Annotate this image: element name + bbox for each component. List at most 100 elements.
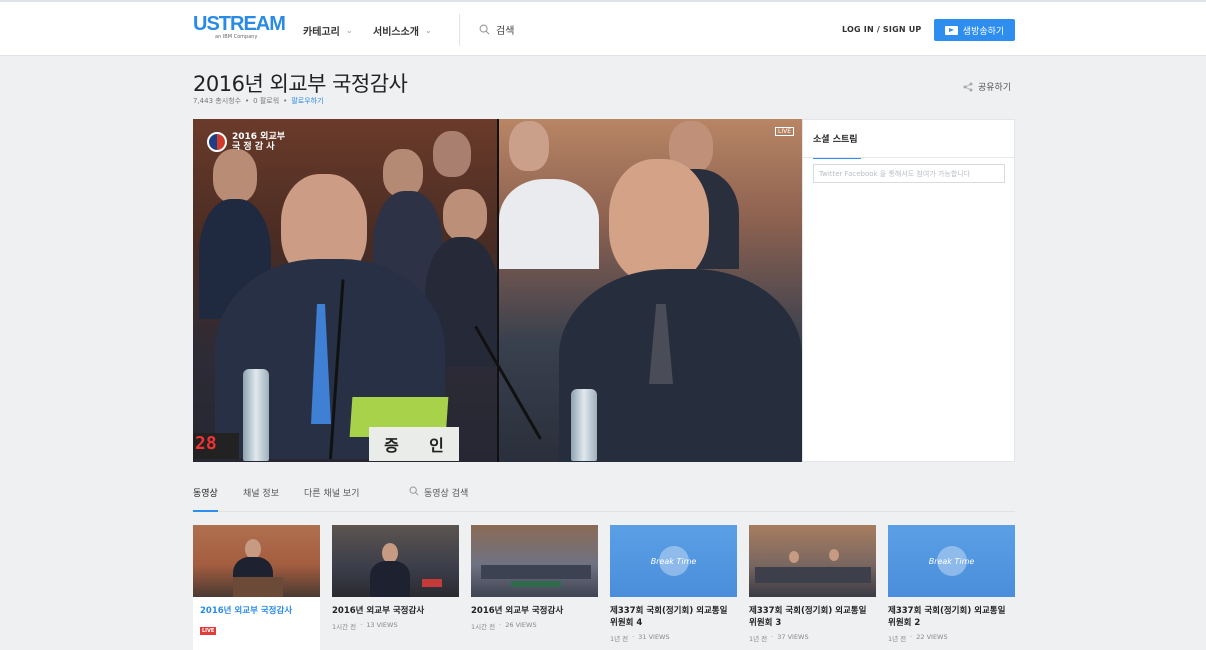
break-text: Break Time bbox=[928, 556, 975, 566]
follow-link[interactable]: 팔로우하기 bbox=[291, 96, 323, 106]
video-views: 26 VIEWS bbox=[505, 621, 537, 629]
separator-dot: · bbox=[632, 633, 635, 641]
share-icon bbox=[963, 82, 973, 91]
badge-line-2: 국 정 감 사 bbox=[232, 142, 275, 152]
video-views: 13 VIEWS bbox=[366, 621, 398, 629]
video-title: 2016년 외교부 국정감사 bbox=[200, 606, 293, 616]
taegeuk-icon bbox=[207, 132, 227, 152]
nameplate: 증 인 bbox=[369, 427, 459, 461]
time-counter: 28 bbox=[193, 433, 239, 459]
nameplate-char: 인 bbox=[429, 436, 444, 455]
thumb-figure bbox=[245, 539, 261, 559]
counter-display bbox=[422, 579, 442, 587]
badge-line-1: 2016 외교부 bbox=[232, 132, 286, 142]
speaker-head bbox=[609, 159, 709, 283]
nav-service-label: 서비스소개 bbox=[373, 27, 419, 38]
video-card[interactable]: 제337회 국회(정기회) 외교통일위원회 3 1년 전 · 37 VIEWS bbox=[749, 525, 876, 650]
social-comment-input[interactable]: Twitter Facebook 을 통해서도 참여가 가능합니다 bbox=[813, 164, 1005, 183]
logo-text: USTREAM bbox=[193, 13, 286, 35]
video-card[interactable]: 2016년 외교부 국정감사 1시간 전 · 26 VIEWS bbox=[471, 525, 598, 650]
video-left-feed: 증 인 28 2016 외교부 국 정 감 사 bbox=[193, 119, 499, 462]
video-title: 제337회 국회(정기회) 외교통일위원회 2 bbox=[888, 606, 1006, 628]
separator-dot: · bbox=[910, 633, 913, 641]
tab-channel-info[interactable]: 채널 정보 bbox=[243, 486, 279, 512]
channel-title: 2016년 외교부 국정감사 bbox=[193, 72, 408, 96]
podium bbox=[233, 577, 283, 597]
go-live-button[interactable]: 생방송하기 bbox=[934, 19, 1015, 41]
video-right-feed: LIVE bbox=[474, 119, 802, 462]
broadcast-icon bbox=[944, 25, 958, 35]
nav-category[interactable]: 카테고리 ⌄ bbox=[303, 23, 353, 38]
thumb-figure bbox=[829, 549, 839, 561]
audience-body bbox=[499, 179, 599, 269]
separator-dot: • bbox=[245, 97, 250, 105]
thumb-figure bbox=[382, 543, 398, 563]
break-text: Break Time bbox=[650, 556, 697, 566]
share-button[interactable]: 공유하기 bbox=[963, 80, 1011, 93]
go-live-label: 생방송하기 bbox=[962, 26, 1005, 37]
header-search[interactable]: 검색 bbox=[479, 22, 514, 37]
tab-other-channels[interactable]: 다른 채널 보기 bbox=[304, 486, 359, 512]
video-thumbnail bbox=[749, 525, 876, 597]
tab-videos[interactable]: 동영상 bbox=[193, 486, 218, 512]
video-card[interactable]: 2016년 외교부 국정감사 LIVE bbox=[193, 525, 320, 650]
broadcast-badge: 2016 외교부 국 정 감 사 bbox=[207, 132, 285, 152]
nav-service-intro[interactable]: 서비스소개 ⌄ bbox=[373, 23, 432, 38]
video-search[interactable]: 동영상 검색 bbox=[409, 486, 468, 499]
video-time: 1년 전 bbox=[888, 635, 907, 643]
video-meta: 1시간 전 · 13 VIEWS bbox=[332, 621, 459, 631]
live-badge: LIVE bbox=[200, 627, 217, 635]
chevron-down-icon: ⌄ bbox=[425, 26, 432, 35]
hall-rows bbox=[481, 565, 591, 579]
ustream-logo[interactable]: USTREAM an IBM Company bbox=[193, 13, 286, 44]
video-thumbnail bbox=[332, 525, 459, 597]
video-title: 2016년 외교부 국정감사 bbox=[332, 606, 425, 616]
video-meta: 1시간 전 · 26 VIEWS bbox=[471, 621, 598, 631]
video-time: 1년 전 bbox=[610, 635, 629, 643]
search-icon bbox=[409, 486, 419, 496]
separator-dot: • bbox=[283, 97, 288, 105]
audience-head bbox=[443, 189, 487, 241]
search-label: 검색 bbox=[496, 26, 515, 37]
video-search-label: 동영상 검색 bbox=[424, 489, 469, 499]
logo-subtitle: an IBM Company bbox=[215, 34, 258, 40]
hall-rows bbox=[755, 567, 871, 583]
audience-head bbox=[213, 149, 257, 203]
video-thumbnail: Break Time bbox=[610, 525, 737, 597]
video-player[interactable]: 증 인 28 2016 외교부 국 정 감 사 LIVE bbox=[193, 119, 802, 462]
tab-social-stream[interactable]: 소셜 스트림 bbox=[813, 132, 861, 159]
separator-dot: · bbox=[771, 633, 774, 641]
nav-divider bbox=[459, 14, 460, 46]
video-card[interactable]: Break Time 제337회 국회(정기회) 외교통일위원회 2 1년 전 … bbox=[888, 525, 1015, 650]
water-bottle bbox=[243, 369, 269, 461]
video-time: 1년 전 bbox=[749, 635, 768, 643]
video-meta: 1년 전 · 31 VIEWS bbox=[610, 633, 737, 643]
channel-meta: 7,443 총시청수 • 0 팔로워 • 팔로우하기 bbox=[193, 96, 324, 106]
video-meta: 1년 전 · 37 VIEWS bbox=[749, 633, 876, 643]
audience-head bbox=[383, 149, 423, 197]
live-indicator: LIVE bbox=[774, 127, 794, 136]
break-overlay: Break Time bbox=[888, 525, 1015, 597]
search-icon bbox=[479, 24, 490, 35]
audience-head bbox=[509, 121, 549, 171]
separator-dot: · bbox=[360, 621, 363, 629]
video-views: 22 VIEWS bbox=[916, 633, 948, 641]
login-signup-link[interactable]: LOG IN / SIGN UP bbox=[842, 25, 921, 34]
channel-tabs: 동영상 채널 정보 다른 채널 보기 동영상 검색 bbox=[193, 486, 1015, 512]
nav-category-label: 카테고리 bbox=[303, 27, 340, 38]
social-stream-panel: 소셜 스트림 Twitter Facebook 을 통해서도 참여가 가능합니다 bbox=[802, 119, 1015, 462]
break-overlay: Break Time bbox=[610, 525, 737, 597]
divider bbox=[803, 157, 1014, 158]
chevron-down-icon: ⌄ bbox=[345, 26, 353, 35]
video-thumbnail bbox=[193, 525, 320, 597]
video-card[interactable]: Break Time 제337회 국회(정기회) 외교통일위원회 4 1년 전 … bbox=[610, 525, 737, 650]
video-thumbnail bbox=[471, 525, 598, 597]
separator-dot: · bbox=[499, 621, 502, 629]
badge-text-wrap: 2016 외교부 국 정 감 사 bbox=[232, 132, 285, 152]
video-title: 제337회 국회(정기회) 외교통일위원회 3 bbox=[749, 606, 867, 628]
hall-banner bbox=[511, 581, 561, 587]
nameplate-char: 증 bbox=[384, 436, 399, 455]
audience-head bbox=[433, 131, 471, 177]
video-time: 1시간 전 bbox=[332, 623, 357, 631]
video-card[interactable]: 2016년 외교부 국정감사 1시간 전 · 13 VIEWS bbox=[332, 525, 459, 650]
